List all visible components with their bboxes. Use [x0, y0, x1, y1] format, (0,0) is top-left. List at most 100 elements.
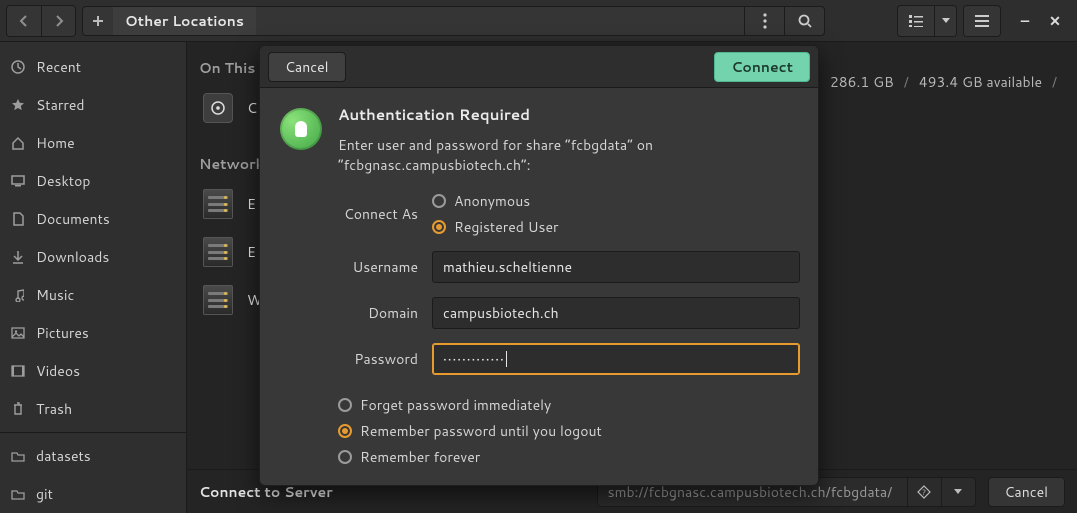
sidebar-item-label: Downloads: [36, 247, 109, 267]
radio-icon: [338, 398, 352, 412]
sidebar-item-label: Desktop: [36, 171, 90, 191]
volume-usage: 286.1 GB / 493.4 GB available /: [830, 72, 1057, 92]
radio-icon: [432, 220, 446, 234]
desktop-icon: [10, 175, 26, 187]
radio-label: Remember password until you logout: [360, 421, 602, 441]
sidebar-item-label: Documents: [36, 209, 110, 229]
folder-icon: [10, 488, 26, 500]
dialog-title: Authentication Required: [338, 104, 800, 125]
sidebar-item-pictures[interactable]: Pictures: [0, 314, 186, 352]
close-icon: ✕: [1049, 11, 1061, 31]
sidebar-item-label: Home: [36, 133, 75, 153]
network-server-icon: [203, 285, 233, 315]
sidebar-separator: [0, 432, 186, 433]
keyhole-icon: [280, 108, 322, 150]
volume-label: C: [247, 98, 257, 118]
window-close-button[interactable]: ✕: [1049, 15, 1061, 27]
chevron-down-icon: [942, 18, 950, 24]
nav-back-button[interactable]: [7, 6, 41, 36]
disk-sep: /: [1052, 72, 1057, 92]
sidebar-item-starred[interactable]: Starred: [0, 86, 186, 124]
password-input[interactable]: •••••••••••••: [432, 343, 800, 375]
password-value: •••••••••••••: [443, 351, 505, 368]
connect-cancel-button[interactable]: Cancel: [988, 477, 1066, 507]
radio-registered-user[interactable]: Registered User: [432, 217, 800, 237]
connect-as-label: Connect As: [338, 204, 418, 224]
kebab-icon: [763, 13, 767, 29]
network-server-icon: [203, 189, 233, 219]
nav-forward-button[interactable]: [41, 6, 75, 36]
password-remember-group: Forget password immediately Remember pas…: [338, 395, 800, 467]
username-input[interactable]: mathieu.scheltienne: [432, 251, 800, 283]
sidebar-item-label: Pictures: [36, 323, 89, 343]
disk-sep: /: [904, 72, 909, 92]
view-options-button[interactable]: [934, 6, 956, 36]
window-controls: – ✕: [1019, 15, 1061, 27]
hamburger-menu-button[interactable]: [964, 6, 1000, 36]
hamburger-icon: [975, 15, 989, 27]
text-caret: [506, 351, 507, 367]
music-icon: [10, 288, 26, 302]
sidebar-item-downloads[interactable]: Downloads: [0, 238, 186, 276]
radio-remember-forever[interactable]: Remember forever: [338, 447, 800, 467]
radio-label: Anonymous: [454, 191, 530, 211]
dialog-subtitle: Enter user and password for share “fcbgd…: [338, 135, 800, 175]
path-segment-current[interactable]: Other Locations: [113, 7, 256, 35]
radio-icon: [338, 424, 352, 438]
disk-total: 493.4 GB available: [919, 72, 1042, 92]
radio-label: Remember forever: [360, 447, 480, 467]
username-label: Username: [338, 257, 418, 277]
radio-remember-session[interactable]: Remember password until you logout: [338, 421, 800, 441]
home-icon: [10, 136, 26, 150]
pictures-icon: [10, 327, 26, 339]
sidebar-item-label: datasets: [36, 446, 91, 466]
hamburger-group: [963, 5, 1001, 37]
radio-icon: [338, 450, 352, 464]
radio-anonymous[interactable]: Anonymous: [432, 191, 800, 211]
download-icon: [10, 250, 26, 264]
sidebar-bookmark-git[interactable]: git: [0, 475, 186, 513]
sidebar-item-label: Recent: [36, 57, 81, 77]
headerbar: Other Locations – ✕: [0, 0, 1077, 42]
view-switcher: [897, 5, 957, 37]
documents-icon: [10, 212, 26, 226]
sidebar-item-label: git: [36, 484, 53, 504]
sidebar-item-label: Music: [36, 285, 74, 305]
radio-forget-immediately[interactable]: Forget password immediately: [338, 395, 800, 415]
places-sidebar: Recent Starred Home Desktop Documents Do…: [0, 42, 187, 513]
videos-icon: [10, 365, 26, 377]
radio-label: Registered User: [454, 217, 559, 237]
svg-text:?: ?: [922, 486, 926, 498]
sidebar-item-label: Videos: [36, 361, 80, 381]
auth-dialog: Cancel Connect Authentication Required E…: [259, 45, 819, 486]
minimize-icon: –: [1021, 11, 1029, 31]
search-button[interactable]: [784, 6, 824, 36]
dialog-connect-button[interactable]: Connect: [714, 52, 810, 82]
window-minimize-button[interactable]: –: [1019, 15, 1031, 27]
sidebar-item-home[interactable]: Home: [0, 124, 186, 162]
path-menu-button[interactable]: [744, 6, 784, 36]
sidebar-bookmark-datasets[interactable]: datasets: [0, 437, 186, 475]
trash-icon: [10, 402, 26, 416]
nav-buttons: [6, 5, 76, 37]
dialog-icon-column: [278, 104, 324, 467]
dialog-header: Cancel Connect: [260, 46, 818, 88]
domain-input[interactable]: campusbiotech.ch: [432, 297, 800, 329]
sidebar-item-desktop[interactable]: Desktop: [0, 162, 186, 200]
sidebar-item-videos[interactable]: Videos: [0, 352, 186, 390]
dialog-cancel-button[interactable]: Cancel: [268, 52, 346, 82]
radio-icon: [432, 194, 446, 208]
sidebar-item-recent[interactable]: Recent: [0, 48, 186, 86]
add-location-button[interactable]: [83, 15, 113, 27]
sidebar-item-music[interactable]: Music: [0, 276, 186, 314]
search-icon: [798, 14, 812, 28]
list-view-button[interactable]: [898, 6, 934, 36]
sidebar-item-label: Starred: [36, 95, 85, 115]
pathbar[interactable]: Other Locations: [82, 6, 825, 36]
sidebar-item-trash[interactable]: Trash: [0, 390, 186, 428]
chevron-down-icon: [954, 489, 962, 495]
server-address-history-button[interactable]: [941, 478, 975, 506]
server-address-help-button[interactable]: ?: [907, 478, 941, 506]
sidebar-item-documents[interactable]: Documents: [0, 200, 186, 238]
domain-label: Domain: [338, 303, 418, 323]
